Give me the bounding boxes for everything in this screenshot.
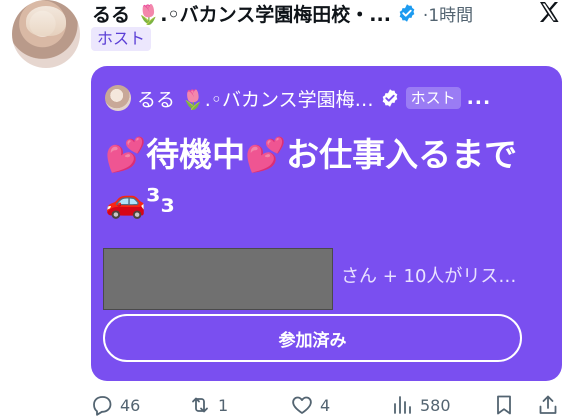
bookmark-action[interactable] — [492, 393, 516, 417]
post-time[interactable]: ·1時間 — [423, 1, 473, 26]
space-host-badge: ホスト — [405, 87, 461, 109]
views-action[interactable]: 580 — [390, 393, 451, 417]
host-avatar — [105, 85, 131, 111]
bookmark-icon — [497, 395, 511, 415]
share-icon — [539, 395, 557, 414]
post-header: るる 🌷.◦バカンス学園梅田校・... ·1時間 — [92, 0, 532, 26]
heart-icon — [292, 396, 312, 414]
space-title: 💕待機中💕お仕事入るまで🚗³₃ — [105, 135, 518, 220]
reply-action[interactable]: 46 — [90, 393, 140, 417]
joined-button[interactable]: 参加済み — [103, 314, 522, 362]
more-icon[interactable]: ... — [467, 87, 492, 109]
views-chart-icon — [394, 396, 411, 414]
repost-icon — [192, 397, 208, 413]
author-avatar[interactable] — [12, 0, 80, 68]
views-count: 580 — [420, 395, 451, 415]
space-host-name: るる 🌷.◦バカンス学園梅… — [137, 88, 374, 111]
space-card-header: るる 🌷.◦バカンス学園梅… ホスト ... — [105, 84, 548, 112]
verified-badge-icon — [399, 4, 415, 22]
redacted-block — [103, 248, 333, 310]
x-logo-icon[interactable] — [536, 0, 562, 24]
space-card[interactable]: るる 🌷.◦バカンス学園梅… ホスト ... 💕待機中💕お仕事入るまで🚗³₃ さ… — [91, 66, 562, 381]
like-count: 4 — [320, 395, 331, 415]
reply-count: 46 — [120, 395, 141, 415]
like-action[interactable]: 4 — [290, 393, 330, 417]
verified-badge-icon — [382, 89, 397, 107]
repost-count: 1 — [218, 395, 229, 415]
host-badge: ホスト — [91, 27, 152, 51]
reply-icon — [93, 396, 112, 416]
action-bar: 46 1 4 580 — [90, 393, 566, 418]
author-name[interactable]: るる 🌷.◦バカンス学園梅田校・... — [92, 0, 391, 27]
repost-action[interactable]: 1 — [188, 393, 228, 417]
share-action[interactable] — [536, 393, 560, 417]
